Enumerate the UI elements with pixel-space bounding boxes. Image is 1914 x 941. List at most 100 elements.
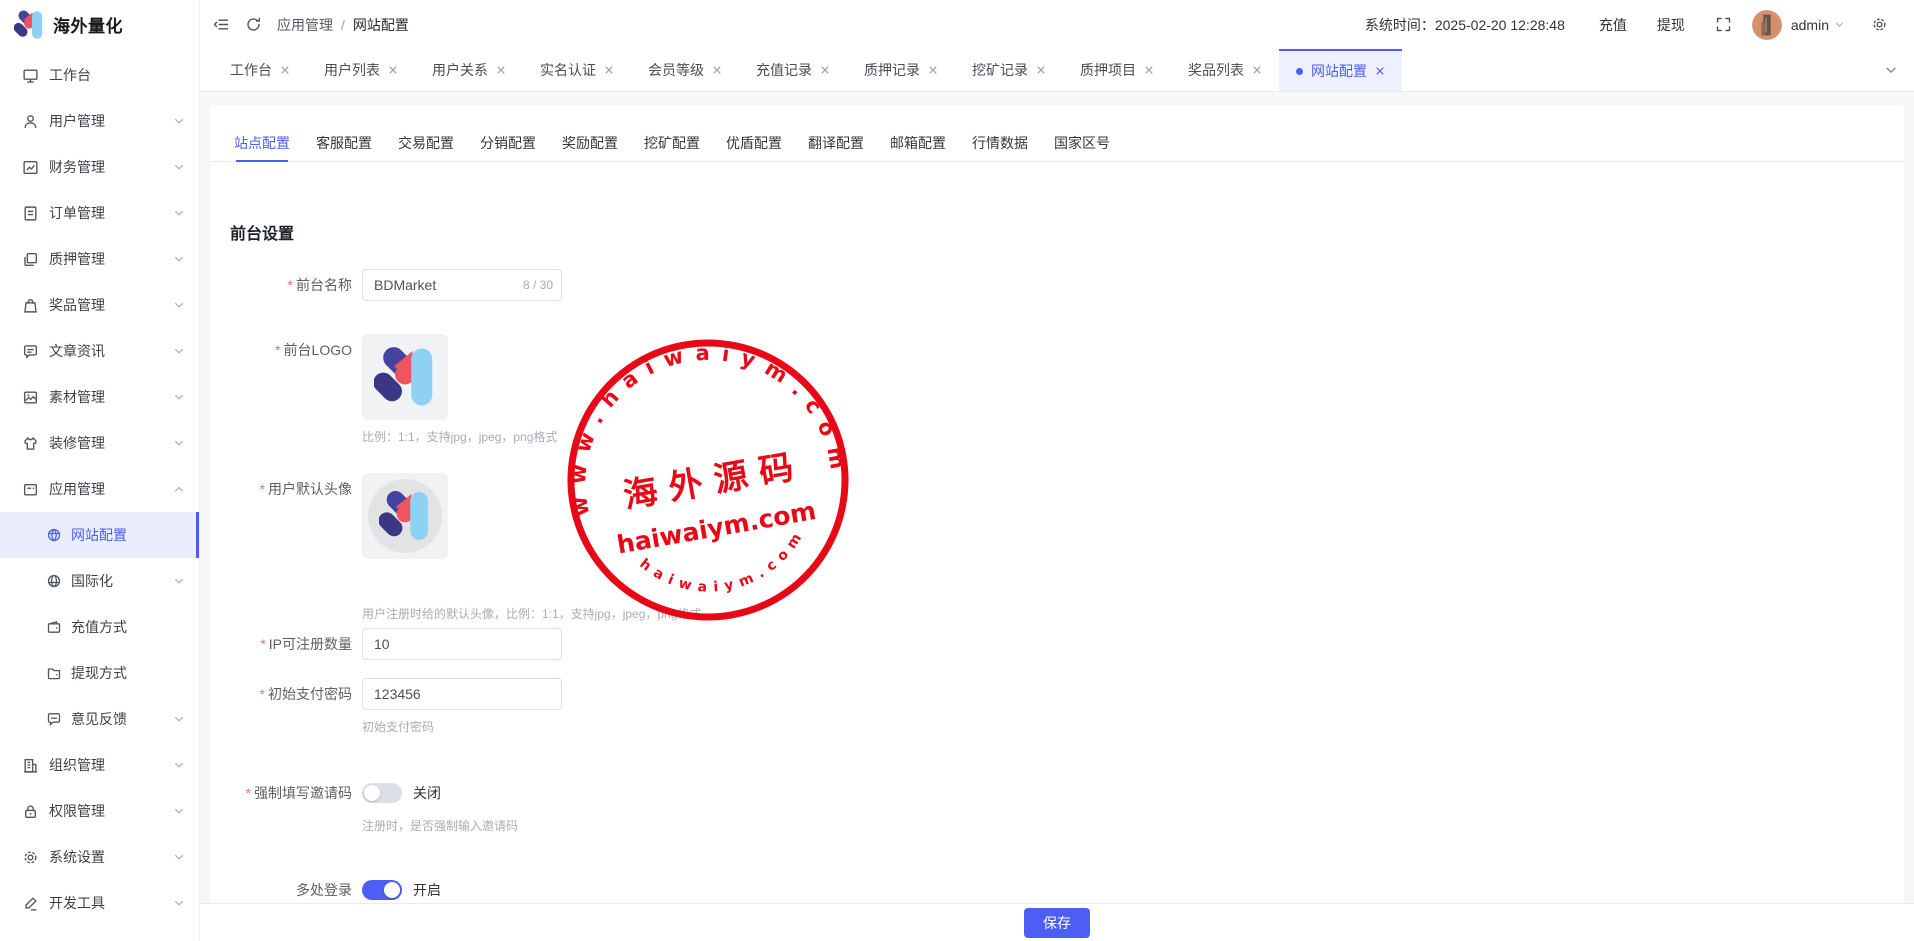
close-icon[interactable] — [388, 65, 398, 75]
recharge-link[interactable]: 充值 — [1599, 15, 1627, 35]
page-tab-bar: 工作台 用户列表 用户关系 实名认证 会员等级 充值记录 质押记录 挖矿记录 质… — [200, 49, 1914, 92]
tab-workbench[interactable]: 工作台 — [213, 49, 307, 91]
lock-icon — [22, 803, 39, 820]
user-menu[interactable]: admin — [1791, 17, 1845, 33]
sidebar-item-feedback[interactable]: 意见反馈 — [0, 696, 199, 742]
user-icon — [22, 113, 39, 130]
fullscreen-icon[interactable] — [1715, 16, 1732, 33]
settings-gear-icon[interactable] — [1871, 16, 1888, 33]
config-tab-translate[interactable]: 翻译配置 — [808, 128, 864, 161]
form-row-logo: *前台LOGO 比例：1:1，支持jpg，jpeg，png格式 — [210, 334, 1904, 445]
close-icon[interactable] — [496, 65, 506, 75]
config-tab-service[interactable]: 客服配置 — [316, 128, 372, 161]
username: admin — [1791, 17, 1829, 33]
tab-member-level[interactable]: 会员等级 — [631, 49, 739, 91]
main-column: 应用管理 / 网站配置 系统时间：2025-02-20 12:28:48 充值 … — [200, 0, 1914, 941]
close-icon[interactable] — [1144, 65, 1154, 75]
sidebar-item-perm-mgmt[interactable]: 权限管理 — [0, 788, 199, 834]
sidebar-item-recharge-method[interactable]: 充值方式 — [0, 604, 199, 650]
close-icon[interactable] — [712, 65, 722, 75]
form-row-invite-code: *强制填写邀请码 关闭 注册时，是否强制输入邀请码 — [210, 777, 1904, 834]
sidebar-item-material-mgmt[interactable]: 素材管理 — [0, 374, 199, 420]
form-row-ip-limit: *IP可注册数量 — [210, 628, 1904, 660]
refresh-icon[interactable] — [245, 16, 262, 33]
tab-user-list[interactable]: 用户列表 — [307, 49, 415, 91]
tab-real-name-auth[interactable]: 实名认证 — [523, 49, 631, 91]
sidebar-item-withdraw-method[interactable]: 提现方式 — [0, 650, 199, 696]
chevron-down-icon — [173, 897, 185, 909]
sidebar-item-dev-tools[interactable]: 开发工具 — [0, 880, 199, 926]
sidebar-item-app-mgmt[interactable]: 应用管理 — [0, 466, 199, 512]
field-label: *初始支付密码 — [230, 678, 362, 735]
tab-user-relations[interactable]: 用户关系 — [415, 49, 523, 91]
sidebar-item-prize-mgmt[interactable]: 奖品管理 — [0, 282, 199, 328]
close-icon[interactable] — [1375, 66, 1385, 76]
close-icon[interactable] — [820, 65, 830, 75]
monitor-icon — [22, 67, 39, 84]
field-label: *前台名称 — [230, 269, 362, 301]
app-window-icon — [22, 481, 39, 498]
sidebar-item-finance-mgmt[interactable]: 财务管理 — [0, 144, 199, 190]
sidebar-item-order-mgmt[interactable]: 订单管理 — [0, 190, 199, 236]
breadcrumb-app-mgmt[interactable]: 应用管理 — [277, 15, 333, 35]
folder-icon — [46, 665, 62, 681]
chevron-down-icon — [173, 207, 185, 219]
logo-upload[interactable] — [362, 334, 448, 420]
config-tab-youdun[interactable]: 优盾配置 — [726, 128, 782, 161]
user-avatar[interactable] — [1752, 10, 1782, 40]
sidebar-item-i18n[interactable]: 国际化 — [0, 558, 199, 604]
tab-pledge-records[interactable]: 质押记录 — [847, 49, 955, 91]
tab-pledge-projects[interactable]: 质押项目 — [1063, 49, 1171, 91]
chevron-down-icon — [173, 759, 185, 771]
gear-icon — [22, 849, 39, 866]
close-icon[interactable] — [928, 65, 938, 75]
sidebar-item-decor-mgmt[interactable]: 装修管理 — [0, 420, 199, 466]
withdraw-link[interactable]: 提现 — [1657, 15, 1685, 35]
sidebar-item-site-config[interactable]: 网站配置 — [0, 512, 199, 558]
config-tab-reward[interactable]: 奖励配置 — [562, 128, 618, 161]
feedback-chat-icon — [46, 711, 62, 727]
chevron-down-icon — [173, 805, 185, 817]
config-tab-mining[interactable]: 挖矿配置 — [644, 128, 700, 161]
sidebar-item-user-mgmt[interactable]: 用户管理 — [0, 98, 199, 144]
chevron-down-icon — [173, 437, 185, 449]
collapse-sidebar-icon[interactable] — [213, 16, 230, 33]
sidebar-item-articles[interactable]: 文章资讯 — [0, 328, 199, 374]
tab-recharge-records[interactable]: 充值记录 — [739, 49, 847, 91]
content-area: 站点配置 客服配置 交易配置 分销配置 奖励配置 挖矿配置 优盾配置 翻译配置 … — [200, 92, 1914, 941]
toggle-knob — [384, 882, 400, 898]
config-tab-country-code[interactable]: 国家区号 — [1054, 128, 1110, 161]
invite-code-toggle[interactable] — [362, 783, 402, 803]
sidebar-item-org-mgmt[interactable]: 组织管理 — [0, 742, 199, 788]
config-tab-trade[interactable]: 交易配置 — [398, 128, 454, 161]
close-icon[interactable] — [1036, 65, 1046, 75]
tab-mining-records[interactable]: 挖矿记录 — [955, 49, 1063, 91]
config-tab-distribution[interactable]: 分销配置 — [480, 128, 536, 161]
bag-icon — [22, 297, 39, 314]
form-row-default-avatar: *用户默认头像 用户注册时给的默认头像，比例：1:1，支持jpg，jpeg，pn… — [210, 473, 1904, 622]
close-icon[interactable] — [1252, 65, 1262, 75]
field-label: *IP可注册数量 — [230, 628, 362, 660]
ip-limit-input[interactable] — [362, 628, 562, 660]
pay-password-input[interactable] — [362, 678, 562, 710]
form-row-site-name: *前台名称 8 / 30 — [210, 269, 1904, 301]
tab-site-config[interactable]: 网站配置 — [1279, 49, 1402, 91]
sidebar-item-pledge-mgmt[interactable]: 质押管理 — [0, 236, 199, 282]
required-asterisk: * — [260, 686, 265, 702]
close-icon[interactable] — [280, 65, 290, 75]
close-icon[interactable] — [604, 65, 614, 75]
avatar-upload[interactable] — [362, 473, 448, 559]
save-button[interactable]: 保存 — [1024, 908, 1090, 938]
config-tab-market-data[interactable]: 行情数据 — [972, 128, 1028, 161]
config-tabs: 站点配置 客服配置 交易配置 分销配置 奖励配置 挖矿配置 优盾配置 翻译配置 … — [210, 128, 1904, 162]
invite-code-hint: 注册时，是否强制输入邀请码 — [362, 817, 518, 834]
config-tab-site[interactable]: 站点配置 — [234, 128, 290, 161]
config-tab-mail[interactable]: 邮箱配置 — [890, 128, 946, 161]
tab-list-chevron-icon[interactable] — [1884, 63, 1898, 77]
tab-prize-list[interactable]: 奖品列表 — [1171, 49, 1279, 91]
pay-password-hint: 初始支付密码 — [362, 718, 562, 735]
sidebar-item-sys-settings[interactable]: 系统设置 — [0, 834, 199, 880]
multi-login-toggle[interactable] — [362, 880, 402, 900]
toggle-knob — [364, 785, 380, 801]
sidebar-item-workbench[interactable]: 工作台 — [0, 52, 199, 98]
